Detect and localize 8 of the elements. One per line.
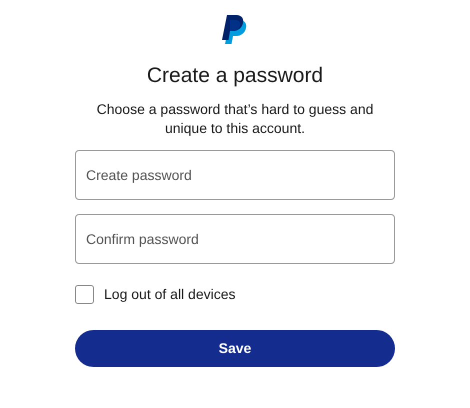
description-text: Choose a password that’s hard to guess and unique to this account. <box>96 100 374 138</box>
password-field[interactable]: Create password <box>75 150 395 200</box>
logo-icon <box>222 14 248 46</box>
page-title: Create a password <box>146 63 324 89</box>
checkbox[interactable] <box>75 285 94 304</box>
password-field[interactable]: Confirm password <box>75 214 395 264</box>
save-button[interactable]: Save <box>75 330 395 367</box>
checkbox-label: Log out of all devices <box>104 285 236 304</box>
